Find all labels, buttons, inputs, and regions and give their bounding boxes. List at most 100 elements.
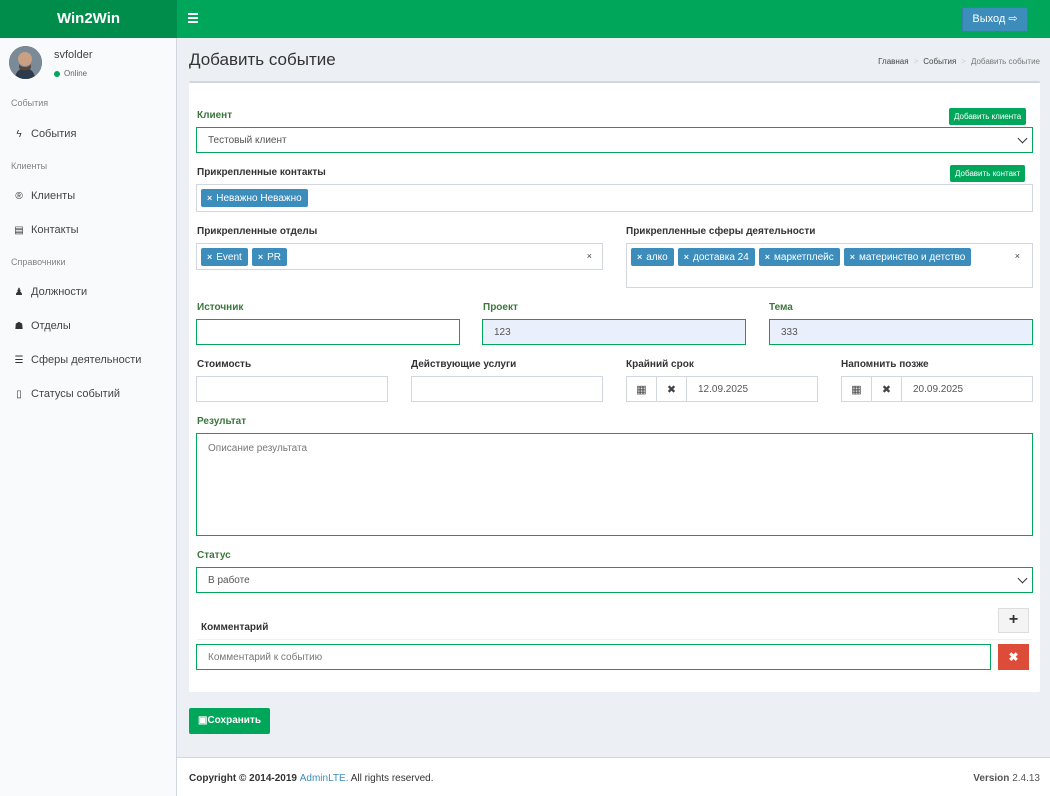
deadline-clear-button[interactable]: ✖ (656, 376, 687, 402)
sidebar-item-events[interactable]: ϟ События (13, 128, 76, 140)
tag-chip: × алко (631, 248, 674, 266)
calendar-icon: ▦ (851, 383, 862, 396)
save-label: Сохранить (207, 715, 261, 726)
version-label: Version (973, 773, 1010, 784)
chevron-down-icon (1017, 133, 1028, 144)
contacts-tag-input[interactable]: × Неважно Неважно (196, 184, 1033, 212)
contacts-label: Прикрепленные контакты (197, 167, 326, 178)
project-input[interactable]: 123 (482, 319, 746, 345)
remove-tag-icon[interactable]: × (850, 252, 855, 262)
calendar-icon: ▦ (636, 383, 647, 396)
remove-tag-icon[interactable]: × (258, 252, 263, 262)
online-dot-icon (54, 70, 60, 77)
times-icon: ✖ (1008, 650, 1019, 664)
list-icon: ☰ (14, 355, 24, 366)
breadcrumb-current: Добавить событие (970, 57, 1040, 66)
remind-calendar-button[interactable]: ▦ (841, 376, 872, 402)
sidebar-header-references: Справочники (11, 257, 66, 267)
user-tie-icon: ♟ (14, 287, 24, 298)
services-label: Действующие услуги (411, 359, 517, 370)
remove-tag-icon[interactable]: × (684, 252, 689, 262)
comment-input[interactable]: Комментарий к событию (196, 644, 991, 670)
tag-chip: × доставка 24 (677, 248, 755, 266)
cost-input[interactable] (196, 376, 388, 402)
project-label: Проект (483, 302, 518, 313)
sidebar-item-label: События (31, 128, 77, 140)
app-logo[interactable]: Win2Win (0, 0, 177, 38)
clear-all-icon[interactable]: × (1015, 251, 1020, 261)
save-button[interactable]: ▣Сохранить (189, 708, 270, 734)
tag-chip: × PR (251, 248, 288, 266)
add-client-button[interactable]: Добавить клиента (949, 108, 1027, 125)
add-comment-button[interactable]: + (998, 608, 1029, 633)
logout-button[interactable]: Выход ⇨ (962, 7, 1028, 32)
version-number: 2.4.13 (1012, 773, 1040, 784)
address-book-icon: ▤ (14, 225, 24, 236)
tag-label: доставка 24 (692, 252, 749, 263)
result-label: Результат (197, 416, 247, 427)
sidebar-item-contacts[interactable]: ▤ Контакты (13, 224, 79, 236)
topic-input[interactable]: 333 (769, 319, 1033, 345)
bolt-icon: ϟ (16, 129, 22, 140)
registered-icon: ® (15, 191, 23, 202)
user-status: Online (54, 69, 87, 78)
users-icon: ☗ (14, 321, 24, 332)
top-navbar: Win2Win Выход ⇨ (0, 0, 1050, 38)
breadcrumb-events[interactable]: События (923, 57, 956, 66)
spheres-tag-input[interactable]: × алко × доставка 24 × маркетплейс × материнств… (626, 243, 1033, 288)
remove-tag-icon[interactable]: × (637, 252, 642, 262)
remove-tag-icon[interactable]: × (207, 252, 212, 262)
logout-label: Выход (972, 13, 1006, 25)
cost-label: Стоимость (197, 359, 252, 370)
services-input[interactable] (411, 376, 603, 402)
version: Version 2.4.13 (973, 773, 1040, 784)
remind-label: Напомнить позже (841, 359, 929, 370)
sidebar-item-positions[interactable]: ♟ Должности (13, 286, 88, 298)
chevron-down-icon (1017, 573, 1028, 584)
page-title: Добавить событие (189, 50, 336, 69)
footer: Copyright © 2014-2019 AdminLTE. All righ… (177, 757, 1050, 796)
deadline-label: Крайний срок (626, 359, 694, 370)
deadline-input[interactable]: 12.09.2025 (686, 376, 818, 402)
menu-toggle-icon[interactable] (188, 13, 198, 23)
sidebar-item-departments[interactable]: ☗ Отделы (13, 320, 71, 332)
add-contact-button[interactable]: Добавить контакт (950, 165, 1026, 182)
remind-clear-button[interactable]: ✖ (871, 376, 902, 402)
source-input[interactable] (196, 319, 460, 345)
user-status-label: Online (64, 69, 88, 78)
status-label: Статус (197, 550, 231, 561)
client-select[interactable]: Тестовый клиент (196, 127, 1033, 153)
copyright: Copyright © 2014-2019 AdminLTE. All righ… (189, 773, 434, 784)
deadline-calendar-button[interactable]: ▦ (626, 376, 657, 402)
sidebar-item-label: Статусы событий (31, 388, 121, 400)
sidebar-header-clients: Клиенты (11, 161, 48, 171)
spheres-label: Прикрепленные сферы деятельности (626, 226, 816, 237)
remind-input[interactable]: 20.09.2025 (901, 376, 1033, 402)
sidebar-item-label: Контакты (31, 224, 79, 236)
adminlte-link[interactable]: AdminLTE. (300, 773, 349, 784)
sidebar-item-spheres[interactable]: ☰ Сферы деятельности (13, 354, 142, 366)
clear-all-icon[interactable]: × (587, 251, 592, 261)
avatar (9, 46, 42, 79)
breadcrumb-home[interactable]: Главная (878, 57, 908, 66)
result-textarea[interactable]: Описание результата (196, 433, 1033, 536)
client-label: Клиент (197, 110, 233, 121)
remove-tag-icon[interactable]: × (765, 252, 770, 262)
status-select[interactable]: В работе (196, 567, 1033, 593)
source-label: Источник (197, 302, 244, 313)
sidebar-item-event-statuses[interactable]: ▯ Статусы событий (13, 388, 120, 400)
remove-tag-icon[interactable]: × (207, 193, 212, 203)
sidebar-item-clients[interactable]: ® Клиенты (13, 190, 75, 202)
clipboard-icon: ▯ (16, 389, 22, 400)
delete-comment-button[interactable]: ✖ (998, 644, 1029, 670)
tag-chip: × маркетплейс (758, 248, 840, 266)
times-icon: ✖ (666, 383, 677, 396)
departments-label: Прикрепленные отделы (197, 226, 318, 237)
rights-text: All rights reserved. (348, 773, 434, 784)
times-icon: ✖ (881, 383, 892, 396)
tag-label: PR (267, 252, 282, 263)
tag-chip: × Event (201, 248, 248, 266)
client-select-value: Тестовый клиент (208, 134, 287, 146)
departments-tag-input[interactable]: × Event × PR × (196, 243, 603, 270)
tag-chip: × материнство и детство (843, 248, 972, 266)
